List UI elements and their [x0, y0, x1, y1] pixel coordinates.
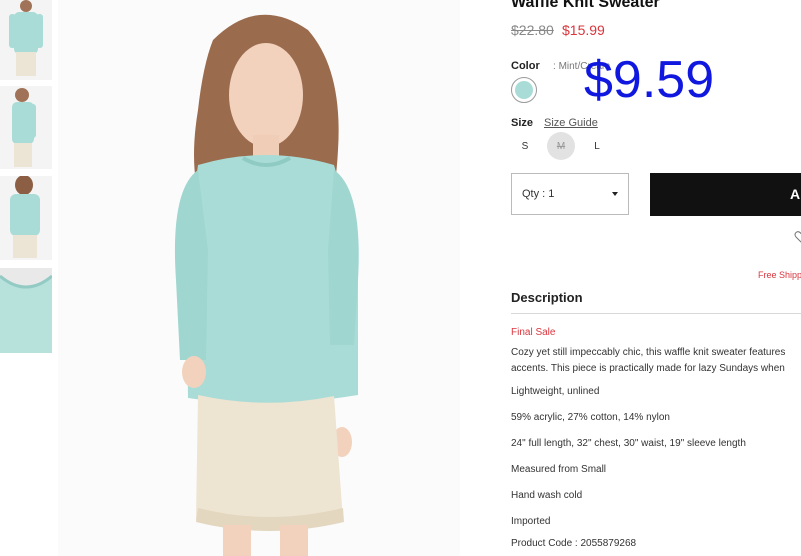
thumbnail-side[interactable]	[0, 86, 52, 169]
color-separator: :	[553, 61, 556, 72]
detail-item: Hand wash cold	[511, 490, 583, 501]
detail-item: 24" full length, 32" chest, 30" waist, 1…	[511, 438, 746, 449]
size-guide-link[interactable]: Size Guide	[544, 117, 598, 129]
description-heading: Description	[511, 290, 583, 305]
product-code: Product Code : 2055879268	[511, 538, 637, 549]
caret-down-icon	[612, 192, 618, 196]
color-label-text: Color	[511, 60, 540, 72]
sale-price: $15.99	[562, 22, 605, 38]
detail-item: Lightweight, unlined	[511, 386, 600, 397]
size-option-s[interactable]: S	[511, 132, 539, 160]
free-shipping-note: Free Shipping	[758, 270, 801, 280]
description-divider	[511, 313, 801, 314]
size-option-l[interactable]: L	[583, 132, 611, 160]
detail-item: 59% acrylic, 27% cotton, 14% nylon	[511, 412, 670, 423]
thumbnail-front[interactable]	[0, 0, 52, 80]
description-text-line-1: Cozy yet still impeccably chic, this waf…	[511, 347, 786, 358]
product-main-image	[58, 0, 460, 556]
quantity-value: Qty : 1	[522, 188, 555, 200]
product-title: Waffle Knit Sweater	[511, 0, 660, 11]
size-option-m[interactable]: M	[547, 132, 575, 160]
original-price: $22.80	[511, 22, 554, 38]
description-text-line-2: accents. This piece is practically made …	[511, 363, 785, 374]
size-label: Size	[511, 117, 534, 129]
add-to-bag-label: ADD TO BAG	[790, 186, 801, 202]
color-swatch-mint[interactable]	[511, 77, 537, 103]
detail-item: Imported	[511, 516, 551, 527]
color-label: Color	[511, 60, 540, 72]
product-details-panel: Waffle Knit Sweater $22.80 $15.99 Color …	[511, 0, 801, 556]
promo-price-overlay: $9.59	[584, 51, 715, 109]
add-to-bag-button[interactable]: ADD TO BAG	[650, 173, 801, 216]
heart-icon[interactable]	[794, 230, 801, 244]
thumbnail-detail[interactable]	[0, 268, 52, 353]
final-sale-label: Final Sale	[511, 327, 556, 338]
quantity-select[interactable]: Qty : 1	[511, 173, 629, 215]
detail-item: Measured from Small	[511, 464, 607, 475]
thumbnail-back[interactable]	[0, 176, 52, 260]
